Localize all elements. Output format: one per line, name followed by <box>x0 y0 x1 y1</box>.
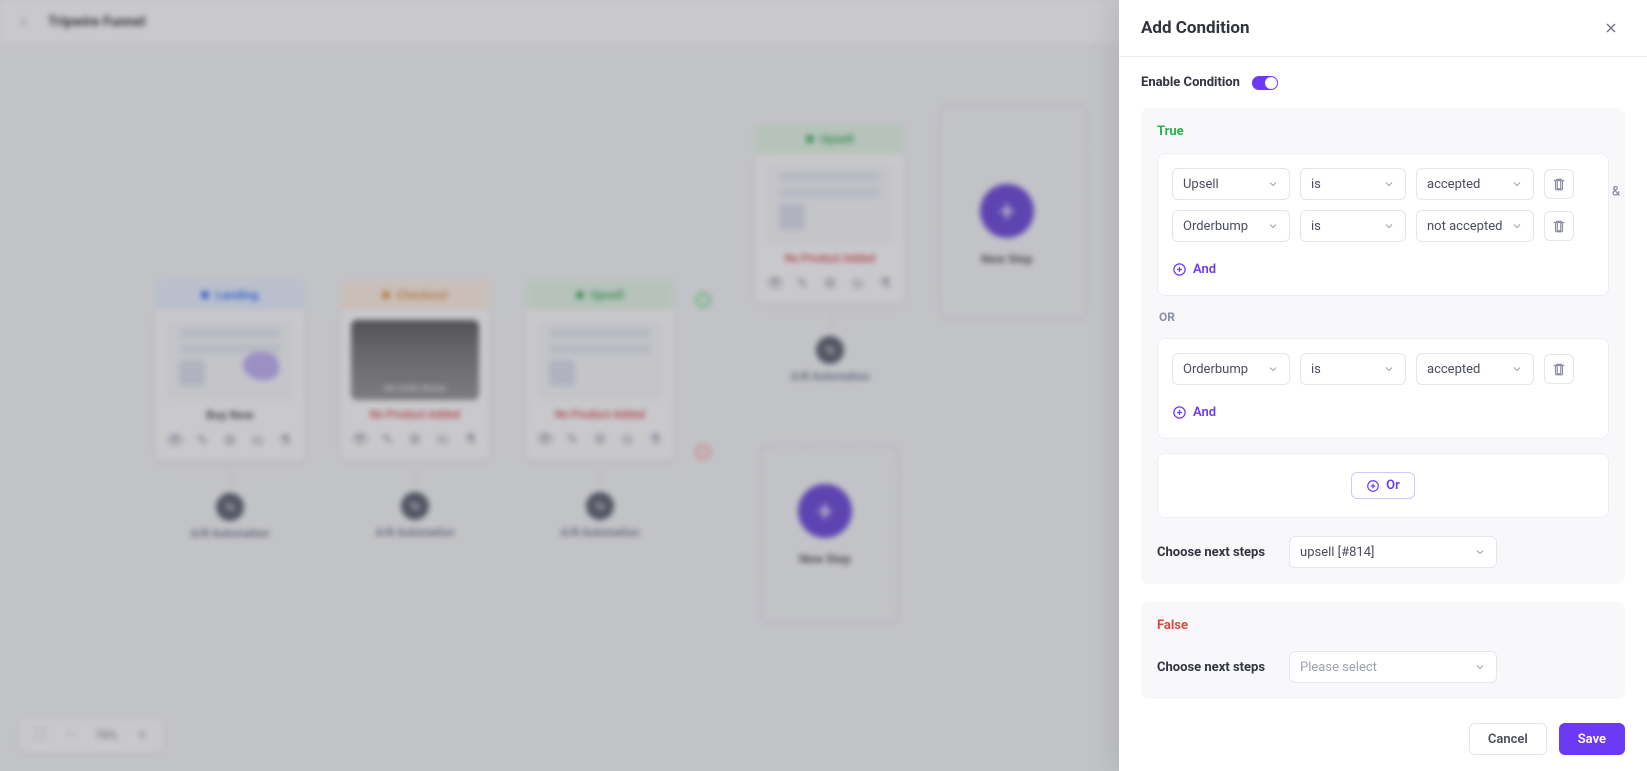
chevron-down-icon <box>1267 363 1279 375</box>
next-step-true-select[interactable]: upsell [#814] <box>1289 536 1497 568</box>
condition-group: & Upsell is accepted Orderbump is not ac… <box>1157 153 1609 296</box>
choose-next-true-row: Choose next steps upsell [#814] <box>1157 536 1609 568</box>
trash-icon <box>1552 177 1566 191</box>
true-section-title: True <box>1157 124 1609 139</box>
add-or-block: Or <box>1157 453 1609 518</box>
select-value: Orderbump <box>1183 362 1248 377</box>
plus-circle-icon <box>1172 405 1187 420</box>
chevron-down-icon <box>1474 546 1486 558</box>
panel-body: Enable Condition True & Upsell is accept… <box>1119 57 1647 707</box>
add-and-label: And <box>1193 405 1216 420</box>
condition-row: Orderbump is accepted <box>1172 353 1594 385</box>
cancel-button[interactable]: Cancel <box>1469 723 1547 755</box>
save-label: Save <box>1578 732 1606 747</box>
plus-circle-icon <box>1366 479 1380 493</box>
enable-condition-toggle[interactable] <box>1252 76 1278 90</box>
condition-row: Orderbump is not accepted <box>1172 210 1594 242</box>
chevron-down-icon <box>1383 178 1395 190</box>
chevron-down-icon <box>1267 220 1279 232</box>
trash-icon <box>1552 362 1566 376</box>
condition-group: Orderbump is accepted And <box>1157 338 1609 439</box>
select-value: accepted <box>1427 362 1480 377</box>
chevron-down-icon <box>1511 178 1523 190</box>
field-select[interactable]: Upsell <box>1172 168 1290 200</box>
save-button[interactable]: Save <box>1559 723 1625 755</box>
choose-next-label: Choose next steps <box>1157 660 1265 675</box>
and-connector: & <box>1612 185 1620 200</box>
next-step-false-select[interactable]: Please select <box>1289 651 1497 683</box>
chevron-down-icon <box>1511 220 1523 232</box>
close-icon <box>1603 20 1619 36</box>
chevron-down-icon <box>1267 178 1279 190</box>
select-value: upsell [#814] <box>1300 545 1374 560</box>
delete-row-button[interactable] <box>1544 169 1574 199</box>
select-value: is <box>1311 177 1321 192</box>
enable-condition-label: Enable Condition <box>1141 75 1240 90</box>
chevron-down-icon <box>1383 363 1395 375</box>
delete-row-button[interactable] <box>1544 354 1574 384</box>
add-and-button[interactable]: And <box>1172 405 1216 420</box>
cancel-label: Cancel <box>1488 732 1528 747</box>
trash-icon <box>1552 219 1566 233</box>
select-value: is <box>1311 219 1321 234</box>
select-value: Orderbump <box>1183 219 1248 234</box>
chevron-down-icon <box>1383 220 1395 232</box>
add-condition-panel: Add Condition Enable Condition True & Up… <box>1119 0 1647 771</box>
chevron-down-icon <box>1511 363 1523 375</box>
choose-next-false-row: Choose next steps Please select <box>1157 651 1609 683</box>
value-select[interactable]: accepted <box>1416 353 1534 385</box>
select-value: Please select <box>1300 660 1377 675</box>
operator-select[interactable]: is <box>1300 168 1406 200</box>
chevron-down-icon <box>1474 661 1486 673</box>
plus-circle-icon <box>1172 262 1187 277</box>
choose-next-label: Choose next steps <box>1157 545 1265 560</box>
operator-select[interactable]: is <box>1300 210 1406 242</box>
field-select[interactable]: Orderbump <box>1172 353 1290 385</box>
delete-row-button[interactable] <box>1544 211 1574 241</box>
panel-footer: Cancel Save <box>1119 707 1647 771</box>
condition-row: Upsell is accepted <box>1172 168 1594 200</box>
false-section: False Choose next steps Please select <box>1141 602 1625 699</box>
add-or-label: Or <box>1386 478 1400 493</box>
field-select[interactable]: Orderbump <box>1172 210 1290 242</box>
value-select[interactable]: not accepted <box>1416 210 1534 242</box>
add-and-label: And <box>1193 262 1216 277</box>
value-select[interactable]: accepted <box>1416 168 1534 200</box>
enable-condition-row: Enable Condition <box>1141 75 1625 90</box>
select-value: Upsell <box>1183 177 1219 192</box>
panel-title: Add Condition <box>1141 18 1249 38</box>
select-value: not accepted <box>1427 219 1502 234</box>
add-or-button[interactable]: Or <box>1351 472 1415 499</box>
select-value: is <box>1311 362 1321 377</box>
panel-header: Add Condition <box>1119 0 1647 57</box>
true-section: True & Upsell is accepted Orderbump is n… <box>1141 108 1625 584</box>
false-section-title: False <box>1157 618 1609 633</box>
close-button[interactable] <box>1597 14 1625 42</box>
or-separator: OR <box>1157 310 1609 324</box>
select-value: accepted <box>1427 177 1480 192</box>
operator-select[interactable]: is <box>1300 353 1406 385</box>
add-and-button[interactable]: And <box>1172 262 1216 277</box>
